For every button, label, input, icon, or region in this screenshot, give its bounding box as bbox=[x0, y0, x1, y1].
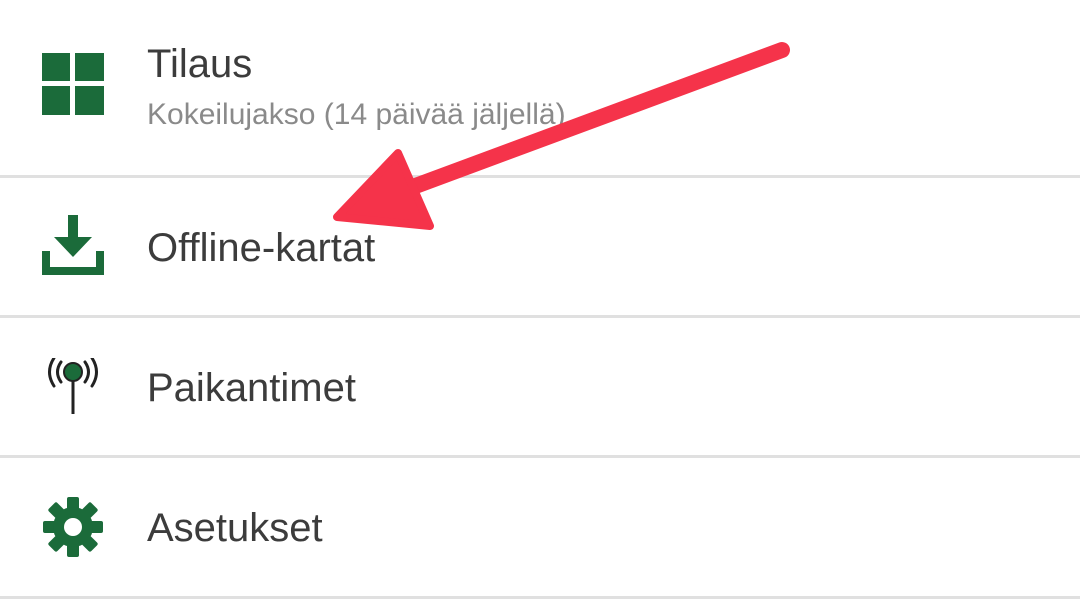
menu-item-label: Tilaus bbox=[147, 42, 253, 86]
grid-icon bbox=[42, 53, 104, 115]
menu-item-offline-maps[interactable]: Offline-kartat bbox=[0, 178, 1080, 318]
menu-item-label: Offline-kartat bbox=[147, 226, 376, 270]
tracker-antenna-icon bbox=[42, 358, 104, 420]
gear-icon bbox=[42, 496, 104, 558]
menu-item-settings[interactable]: Asetukset bbox=[0, 458, 1080, 599]
menu-screen: Tilaus Kokeilujakso (14 päivää jäljellä)… bbox=[0, 0, 1080, 599]
menu-item-subscription[interactable]: Tilaus Kokeilujakso (14 päivää jäljellä) bbox=[0, 0, 1080, 178]
menu-item-label: Paikantimet bbox=[147, 366, 356, 410]
download-icon bbox=[42, 215, 104, 277]
subscription-status: Kokeilujakso (14 päivää jäljellä) bbox=[147, 98, 566, 131]
menu-item-trackers[interactable]: Paikantimet bbox=[0, 318, 1080, 458]
menu-item-label: Asetukset bbox=[147, 506, 323, 550]
